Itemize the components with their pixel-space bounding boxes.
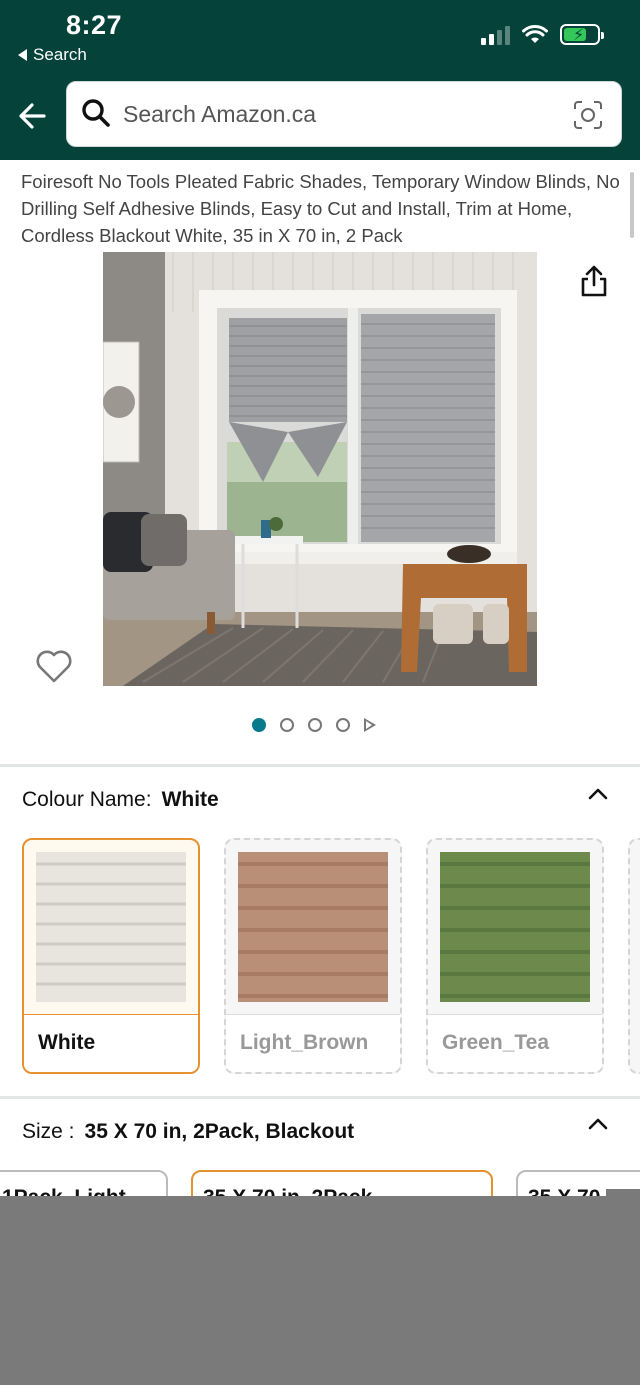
product-detail-content: Foiresoft No Tools Pleated Fabric Shades… (0, 160, 640, 1196)
swatch-label: Light_Brown (240, 1031, 369, 1054)
colour-option-light-brown[interactable]: Light_Brown (224, 838, 402, 1074)
colour-selected-value: White (161, 788, 219, 811)
image-carousel-dots (252, 718, 376, 732)
swatch-image (440, 852, 590, 1002)
search-icon (82, 99, 110, 127)
back-app-label: Search (33, 45, 87, 64)
swatch-label-area: White (24, 1014, 198, 1072)
size-selected-value: 35 X 70 in, 2Pack, Blackout (84, 1120, 355, 1143)
size-section-label: Size : 35 X 70 in, 2Pack, Blackout (22, 1120, 354, 1144)
colour-option-white[interactable]: White (22, 838, 200, 1074)
video-play-icon[interactable] (364, 718, 376, 732)
colour-option-partial[interactable] (628, 838, 640, 1074)
back-triangle-icon (18, 49, 27, 61)
colour-section-label: Colour Name: White (22, 788, 219, 812)
overlay-corner (606, 1189, 640, 1201)
size-option-label: 1Pack, Light (2, 1186, 126, 1196)
camera-scan-icon[interactable] (573, 100, 603, 130)
section-divider (0, 764, 640, 767)
product-image[interactable] (103, 252, 537, 686)
back-to-search-link[interactable]: Search (18, 45, 87, 65)
light-brown-blind-swatch (238, 852, 388, 1002)
overlay-bottom-area (0, 1196, 640, 1385)
share-icon[interactable] (578, 264, 610, 298)
heart-icon[interactable] (35, 648, 73, 684)
back-arrow-icon[interactable] (14, 96, 54, 136)
green-tea-blind-swatch (440, 852, 590, 1002)
size-option-label: 35 X 70 in, 2Pack (203, 1186, 372, 1196)
swatch-label-area: Light_Brown (226, 1014, 400, 1072)
app-header: 8:27 Search ⚡ (0, 0, 640, 160)
colour-label: Colour Name: (22, 788, 152, 811)
cellular-signal-icon (481, 25, 510, 45)
battery-icon: ⚡ (560, 24, 604, 45)
white-blind-swatch (36, 852, 186, 1002)
section-divider (0, 1096, 640, 1099)
product-title: Foiresoft No Tools Pleated Fabric Shades… (21, 171, 620, 246)
carousel-dot-3[interactable] (308, 718, 322, 732)
swatch-label: White (38, 1031, 96, 1054)
carousel-dot-1[interactable] (252, 718, 266, 732)
size-option-1[interactable]: 1Pack, Light (0, 1170, 168, 1196)
carousel-dot-4[interactable] (336, 718, 350, 732)
search-bar[interactable] (66, 81, 622, 147)
size-option-2[interactable]: 35 X 70 in, 2Pack (191, 1170, 493, 1196)
chevron-up-icon[interactable] (588, 788, 608, 800)
swatch-image (238, 852, 388, 1002)
status-icons: ⚡ (481, 24, 604, 45)
swatch-label: Green_Tea (442, 1031, 549, 1054)
wifi-icon (522, 24, 548, 43)
carousel-dot-2[interactable] (280, 718, 294, 732)
swatch-label-area: Green_Tea (428, 1014, 602, 1072)
chevron-up-icon[interactable] (588, 1118, 608, 1130)
room-with-blinds-illustration (103, 252, 537, 686)
size-label: Size : (22, 1120, 75, 1143)
scroll-indicator[interactable] (630, 172, 634, 238)
swatch-image (36, 852, 186, 1002)
search-input[interactable] (123, 94, 563, 134)
colour-option-green-tea[interactable]: Green_Tea (426, 838, 604, 1074)
status-time: 8:27 (66, 10, 123, 40)
size-option-label: 35 X 70 (528, 1186, 600, 1196)
